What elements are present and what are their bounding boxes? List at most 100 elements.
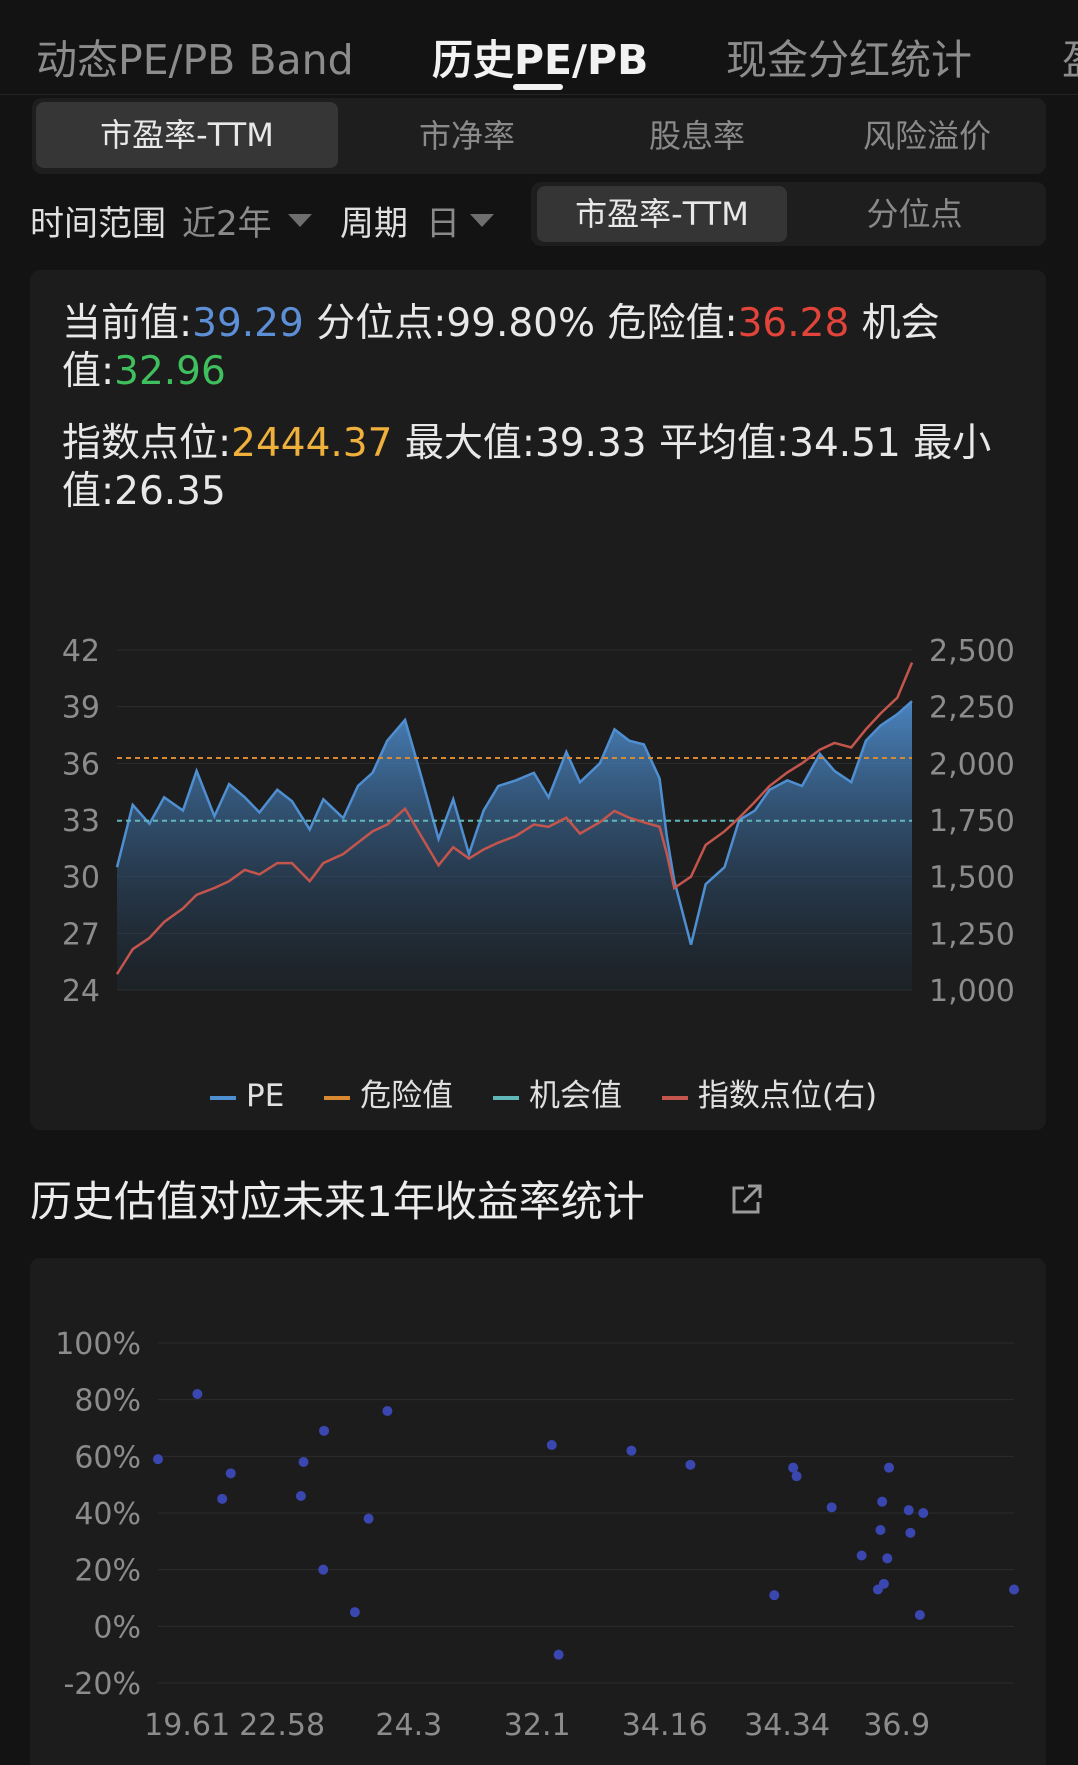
x-tick-label: 2025-10-29	[706, 1008, 880, 1010]
legend-item-index[interactable]: 指数点位(右)	[661, 1070, 878, 1115]
scatter-point	[914, 1610, 925, 1620]
pe-area	[117, 701, 912, 990]
legend-swatch-danger	[324, 1095, 351, 1100]
period-label: 周期	[340, 204, 408, 244]
scatter-point	[349, 1607, 360, 1618]
percentile-label: 分位点:	[316, 301, 447, 346]
min-value: 26.35	[114, 469, 226, 514]
x-tick-label: 22.58	[239, 1708, 325, 1743]
stats-line-1: 当前值:39.29 分位点:99.80% 危险值:36.28 机会值:32.96	[62, 300, 1012, 396]
legend-item-danger[interactable]: 危险值	[324, 1070, 453, 1115]
y-tick-label: 40%	[74, 1497, 141, 1532]
scatter-point	[884, 1462, 895, 1473]
scatter-point	[318, 1564, 329, 1575]
active-tab-indicator	[513, 84, 563, 90]
scatter-point	[905, 1527, 916, 1538]
y-left-tick-label: 30	[62, 861, 100, 896]
y-tick-label: 20%	[74, 1554, 141, 1589]
pe-chart-card: 当前值:39.29 分位点:99.80% 危险值:36.28 机会值:32.96…	[30, 270, 1046, 1130]
y-right-tick-label: 1,500	[929, 861, 1015, 896]
y-tick-label: 100%	[55, 1327, 141, 1362]
y-tick-label: -20%	[63, 1667, 141, 1702]
pe-line-chart[interactable]: 42 2,500 39 2,250 36 2,000 33 1,750 30 1,500 27 1,2…	[30, 610, 1046, 1010]
scatter-point	[192, 1389, 203, 1399]
metric-segmented-control: 市盈率-TTM 市净率 股息率 风险溢价	[32, 98, 1046, 174]
legend-swatch-index	[661, 1095, 688, 1100]
view-segmented-control: 市盈率-TTM 分位点	[531, 182, 1046, 246]
scatter-point	[298, 1457, 309, 1467]
view-tab-percentile[interactable]: 分位点	[787, 182, 1042, 246]
avg-value-label: 平均值:	[659, 421, 790, 466]
view-tab-pe-ttm[interactable]: 市盈率-TTM	[537, 186, 787, 242]
scatter-point	[295, 1491, 306, 1501]
metric-tab-risk-premium[interactable]: 风险溢价	[812, 98, 1042, 174]
top-tab-bar: 动态PE/PB Band 历史PE/PB 现金分红统计 盈	[0, 0, 1078, 95]
tab-historical-pe-pb[interactable]: 历史PE/PB	[432, 26, 648, 86]
share-icon[interactable]	[730, 1182, 764, 1216]
max-value-label: 最大值:	[404, 421, 535, 466]
metric-tab-dividend-yield[interactable]: 股息率	[582, 98, 812, 174]
metric-tab-pb[interactable]: 市净率	[352, 98, 582, 174]
scatter-point	[788, 1462, 799, 1473]
scatter-point	[685, 1459, 696, 1470]
scatter-point	[877, 1496, 888, 1507]
chart-legend: PE 危险值 机会值 指数点位(右)	[210, 1070, 907, 1115]
scatter-point	[626, 1445, 637, 1456]
y-left-tick-label: 24	[62, 974, 100, 1009]
y-left-tick-label: 33	[62, 804, 100, 839]
return-scatter-chart[interactable]: 100% 80% 60% 40% 20% 0% -20%19.61 22.58 24.3 32.1…	[30, 1258, 1046, 1765]
scatter-point	[546, 1440, 557, 1450]
scatter-point	[217, 1493, 228, 1504]
scatter-point	[791, 1471, 802, 1482]
stats-line-2: 指数点位:2444.37 最大值:39.33 平均值:34.51 最小值:26.…	[62, 420, 1012, 516]
legend-label: 危险值	[360, 1078, 454, 1114]
legend-label: PE	[246, 1078, 285, 1114]
scatter-point	[826, 1502, 837, 1513]
current-value: 39.29	[192, 301, 304, 346]
y-tick-label: 60%	[74, 1440, 141, 1475]
metric-tab-pe-ttm[interactable]: 市盈率-TTM	[36, 102, 338, 168]
y-tick-label: 0%	[93, 1610, 141, 1645]
legend-label: 指数点位(右)	[697, 1078, 878, 1114]
chance-value: 32.96	[114, 349, 226, 394]
y-right-tick-label: 2,250	[929, 691, 1015, 726]
chevron-down-icon[interactable]	[470, 214, 494, 227]
x-tick-label: 34.34	[744, 1708, 830, 1743]
y-right-tick-label: 1,000	[929, 974, 1015, 1009]
percentile-value: 99.80%	[446, 301, 596, 346]
danger-value-label: 危险值:	[607, 301, 738, 346]
tab-cash-dividend-stats[interactable]: 现金分红统计	[726, 26, 972, 86]
x-tick-label: 34.16	[622, 1708, 708, 1743]
scatter-point	[875, 1525, 886, 1535]
x-tick-label: 24.3	[375, 1708, 442, 1743]
x-tick-label: 32.1	[504, 1708, 571, 1743]
tab-dynamic-pe-pb-band[interactable]: 动态PE/PB Band	[36, 26, 354, 86]
scatter-point	[878, 1578, 889, 1589]
max-value: 39.33	[534, 421, 647, 466]
legend-item-chance[interactable]: 机会值	[493, 1070, 622, 1115]
scatter-point	[769, 1590, 780, 1601]
time-range-label: 时间范围	[30, 204, 166, 244]
period-dropdown[interactable]: 日	[426, 196, 460, 245]
legend-item-pe[interactable]: PE	[210, 1078, 284, 1114]
index-level-value: 2444.37	[231, 421, 393, 466]
scatter-point	[153, 1454, 163, 1465]
current-value-label: 当前值:	[62, 301, 193, 346]
tab-profit[interactable]: 盈	[1062, 26, 1078, 86]
scatter-point	[382, 1406, 393, 1416]
avg-value: 34.51	[789, 421, 901, 466]
scatter-point	[903, 1505, 914, 1516]
time-range-dropdown[interactable]: 近2年	[182, 196, 272, 245]
y-right-tick-label: 1,750	[929, 804, 1015, 839]
y-left-tick-label: 39	[62, 691, 100, 726]
scatter-point	[918, 1508, 929, 1518]
y-tick-label: 80%	[74, 1384, 141, 1419]
section-title: 历史估值对应未来1年收益率统计	[30, 1177, 645, 1226]
legend-label: 机会值	[529, 1078, 622, 1114]
x-tick-label: 2023-10-31	[117, 1008, 291, 1010]
scatter-point	[856, 1550, 867, 1561]
scatter-point	[553, 1649, 564, 1660]
scatter-point	[1009, 1584, 1019, 1595]
danger-value: 36.28	[737, 301, 850, 346]
chevron-down-icon[interactable]	[288, 214, 312, 227]
